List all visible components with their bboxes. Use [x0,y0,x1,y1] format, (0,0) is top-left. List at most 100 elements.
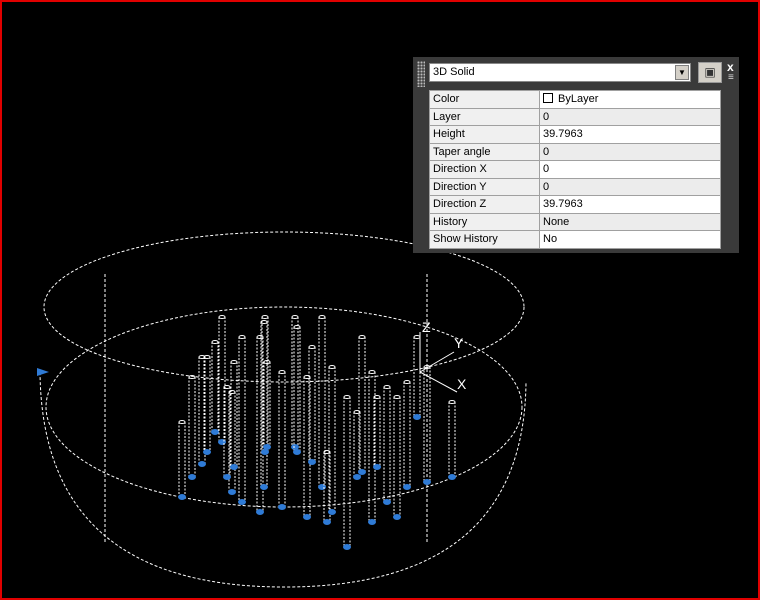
pillar-solid[interactable] [358,335,366,476]
property-value[interactable]: None [539,212,721,231]
pillar-solid[interactable] [343,395,351,551]
grip-point[interactable] [318,484,326,490]
grip-point[interactable] [423,479,431,485]
pillar-solid[interactable] [303,375,311,521]
grip-point[interactable] [343,544,351,550]
pillar-solid[interactable] [403,380,411,491]
property-value[interactable]: 0 [539,142,721,161]
quick-select-icon: ▣ [704,65,716,79]
grip-point[interactable] [308,459,316,465]
grip-point[interactable] [303,514,311,520]
property-row[interactable]: Color ByLayer [429,90,721,109]
grip-point[interactable] [328,509,336,515]
ucs-z-label: Z [422,319,431,335]
pillar-solid[interactable] [373,395,381,471]
pillar-solid[interactable] [291,315,299,451]
pillar-solid[interactable] [448,400,456,481]
pillar-solid[interactable] [188,375,196,481]
property-value[interactable]: ByLayer [539,90,721,109]
pillar-solid[interactable] [178,420,186,501]
pillar-solid[interactable] [263,360,271,451]
pillar-solid[interactable] [383,385,391,506]
grip-point[interactable] [223,474,231,480]
grip-point[interactable] [368,519,376,525]
palette-grip-handle[interactable] [417,61,425,87]
property-label: Height [429,125,540,144]
pillar-solid[interactable] [328,365,336,516]
pillar-solid[interactable] [211,340,219,436]
pillar-solid[interactable] [203,355,211,456]
pillar-solid[interactable] [230,360,238,471]
property-row[interactable]: Show History No [429,230,721,249]
pillar-solid[interactable] [223,385,231,481]
property-value-text: ByLayer [558,93,599,106]
property-label: History [429,212,540,231]
ucs-x-label: X [457,376,467,392]
property-row[interactable]: Layer 0 [429,107,721,126]
grip-point[interactable] [228,489,236,495]
grip-point[interactable] [178,494,186,500]
grip-point[interactable] [293,449,301,455]
color-swatch-icon [543,93,553,104]
grip-point[interactable] [358,469,366,475]
property-label: Show History [429,230,540,249]
property-value[interactable]: 39.7963 [539,195,721,214]
pillar-solid[interactable] [318,315,326,491]
autocad-viewport[interactable]: Z Y X 3D Solid ▼ ▣ x ≡ Color ByLayer Layer… [0,0,760,600]
grip-point[interactable] [198,461,206,467]
property-value[interactable]: 39.7963 [539,125,721,144]
grip-point[interactable] [260,484,268,490]
pillar-solid[interactable] [368,370,376,526]
grip-point[interactable] [383,499,391,505]
pillar-solid[interactable] [261,315,269,456]
object-type-dropdown[interactable]: 3D Solid ▼ [429,63,691,82]
property-row[interactable]: Height 39.7963 [429,125,721,144]
quick-select-button[interactable]: ▣ [698,62,722,83]
pillar-solid[interactable] [393,395,401,521]
property-label: Taper angle [429,142,540,161]
property-label: Direction Z [429,195,540,214]
property-label: Layer [429,107,540,126]
property-row[interactable]: History None [429,212,721,231]
property-label: Direction X [429,160,540,179]
grip-point[interactable] [353,474,361,480]
grip-point[interactable] [218,439,226,445]
grip-point[interactable] [323,519,331,525]
grip-point[interactable] [403,484,411,490]
grip-point[interactable] [278,504,286,510]
property-label: Color [429,90,540,109]
cylinder-top-ellipse [43,231,525,383]
property-row[interactable]: Direction Y0 [429,177,721,196]
grip-point[interactable] [238,499,246,505]
properties-table: Color ByLayer Layer 0 Height 39.7963 Taper ang… [429,90,721,249]
object-type-value: 3D Solid [433,66,475,78]
grip-point[interactable] [448,474,456,480]
chevron-down-icon[interactable]: ▼ [675,65,689,80]
grip-point[interactable] [211,429,219,435]
property-row[interactable]: Direction X0 [429,160,721,179]
property-value[interactable]: 0 [539,177,721,196]
pillar-solid[interactable] [308,345,316,466]
pillars-group [178,315,456,551]
property-row[interactable]: Direction Z 39.7963 [429,195,721,214]
property-value[interactable]: 0 [539,107,721,126]
palette-menu-icon[interactable]: ≡ [728,72,734,83]
ucs-y-label: Y [454,335,464,351]
grip-point[interactable] [188,474,196,480]
pillar-solid[interactable] [238,335,246,506]
pillar-solid[interactable] [278,370,286,511]
pillar-solid[interactable] [293,325,301,456]
grip-point[interactable] [393,514,401,520]
grip-point[interactable] [256,509,264,515]
property-value[interactable]: 0 [539,160,721,179]
property-row[interactable]: Taper angle 0 [429,142,721,161]
grip-point[interactable] [373,464,381,470]
property-value[interactable]: No [539,230,721,249]
pillar-solid[interactable] [218,315,226,446]
grip-arrow-icon[interactable] [37,368,49,376]
property-label: Direction Y [429,177,540,196]
grip-point[interactable] [203,449,211,455]
grip-point[interactable] [413,414,421,420]
grip-point[interactable] [263,444,271,450]
grip-point[interactable] [230,464,238,470]
